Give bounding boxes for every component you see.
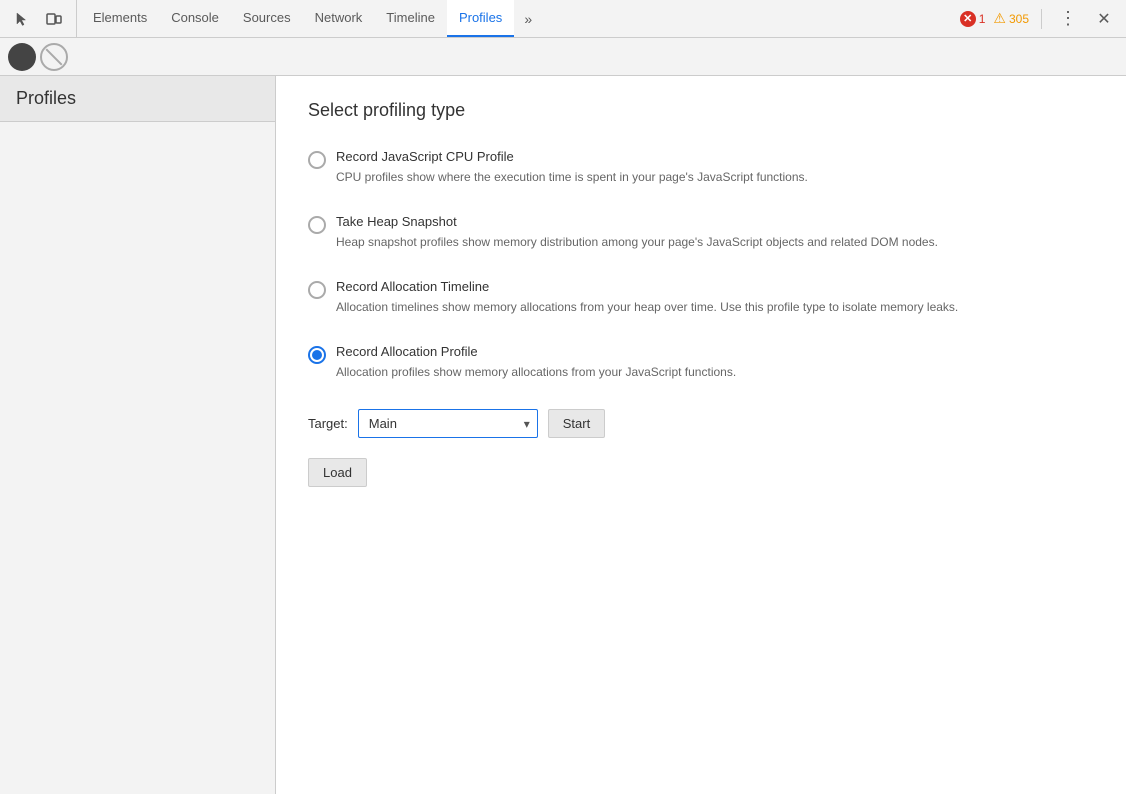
record-button[interactable] xyxy=(8,43,36,71)
start-button[interactable]: Start xyxy=(548,409,605,438)
devtools-icons xyxy=(8,0,77,37)
option-heap-title: Take Heap Snapshot xyxy=(336,214,1094,229)
tab-console[interactable]: Console xyxy=(159,0,231,37)
option-allocation-timeline[interactable]: Record Allocation Timeline Allocation ti… xyxy=(308,279,1094,316)
main-layout: Profiles Select profiling type Record Ja… xyxy=(0,76,1126,794)
more-options-button[interactable]: ⋮ xyxy=(1054,5,1082,33)
tab-sources[interactable]: Sources xyxy=(231,0,303,37)
content-area: Select profiling type Record JavaScript … xyxy=(276,76,1126,794)
load-button[interactable]: Load xyxy=(308,458,367,487)
target-select[interactable]: Main xyxy=(358,409,538,438)
sidebar-title: Profiles xyxy=(0,76,275,122)
close-devtools-button[interactable]: ✕ xyxy=(1090,5,1118,33)
tab-right-section: ✕ 1 ⚠ 305 ⋮ ✕ xyxy=(960,5,1118,33)
second-toolbar xyxy=(0,38,1126,76)
error-badge[interactable]: ✕ 1 xyxy=(960,11,986,27)
radio-heap-snapshot[interactable] xyxy=(308,216,326,234)
option-heap-snapshot[interactable]: Take Heap Snapshot Heap snapshot profile… xyxy=(308,214,1094,251)
radio-cpu-profile[interactable] xyxy=(308,151,326,169)
radio-allocation-profile[interactable] xyxy=(308,346,326,364)
section-title: Select profiling type xyxy=(308,100,1094,121)
option-cpu-content: Record JavaScript CPU Profile CPU profil… xyxy=(336,149,1094,186)
option-timeline-title: Record Allocation Timeline xyxy=(336,279,1094,294)
sidebar: Profiles xyxy=(0,76,276,794)
tab-bar: Elements Console Sources Network Timelin… xyxy=(0,0,1126,38)
target-select-wrapper: Main xyxy=(358,409,538,438)
option-timeline-desc: Allocation timelines show memory allocat… xyxy=(336,298,1094,316)
option-heap-desc: Heap snapshot profiles show memory distr… xyxy=(336,233,1094,251)
option-heap-content: Take Heap Snapshot Heap snapshot profile… xyxy=(336,214,1094,251)
warning-icon: ⚠ xyxy=(993,10,1006,27)
option-cpu-desc: CPU profiles show where the execution ti… xyxy=(336,168,1094,186)
option-timeline-content: Record Allocation Timeline Allocation ti… xyxy=(336,279,1094,316)
option-profile-title: Record Allocation Profile xyxy=(336,344,1094,359)
error-icon: ✕ xyxy=(960,11,976,27)
device-icon[interactable] xyxy=(40,5,68,33)
warning-badge[interactable]: ⚠ 305 xyxy=(993,10,1029,27)
tab-timeline[interactable]: Timeline xyxy=(374,0,447,37)
warning-count: 305 xyxy=(1009,12,1029,26)
load-row: Load xyxy=(308,458,1094,487)
tab-elements[interactable]: Elements xyxy=(81,0,159,37)
radio-allocation-timeline[interactable] xyxy=(308,281,326,299)
tab-network[interactable]: Network xyxy=(303,0,375,37)
error-count: 1 xyxy=(979,12,986,26)
tab-list: Elements Console Sources Network Timelin… xyxy=(81,0,960,37)
tab-profiles[interactable]: Profiles xyxy=(447,0,514,37)
target-label: Target: xyxy=(308,416,348,431)
option-cpu-profile[interactable]: Record JavaScript CPU Profile CPU profil… xyxy=(308,149,1094,186)
option-cpu-title: Record JavaScript CPU Profile xyxy=(336,149,1094,164)
more-tabs-button[interactable]: » xyxy=(514,5,542,33)
option-allocation-profile[interactable]: Record Allocation Profile Allocation pro… xyxy=(308,344,1094,381)
divider xyxy=(1041,9,1042,29)
cursor-icon[interactable] xyxy=(8,5,36,33)
target-row: Target: Main Start xyxy=(308,409,1094,438)
option-profile-content: Record Allocation Profile Allocation pro… xyxy=(336,344,1094,381)
clear-button[interactable] xyxy=(40,43,68,71)
option-profile-desc: Allocation profiles show memory allocati… xyxy=(336,363,1094,381)
